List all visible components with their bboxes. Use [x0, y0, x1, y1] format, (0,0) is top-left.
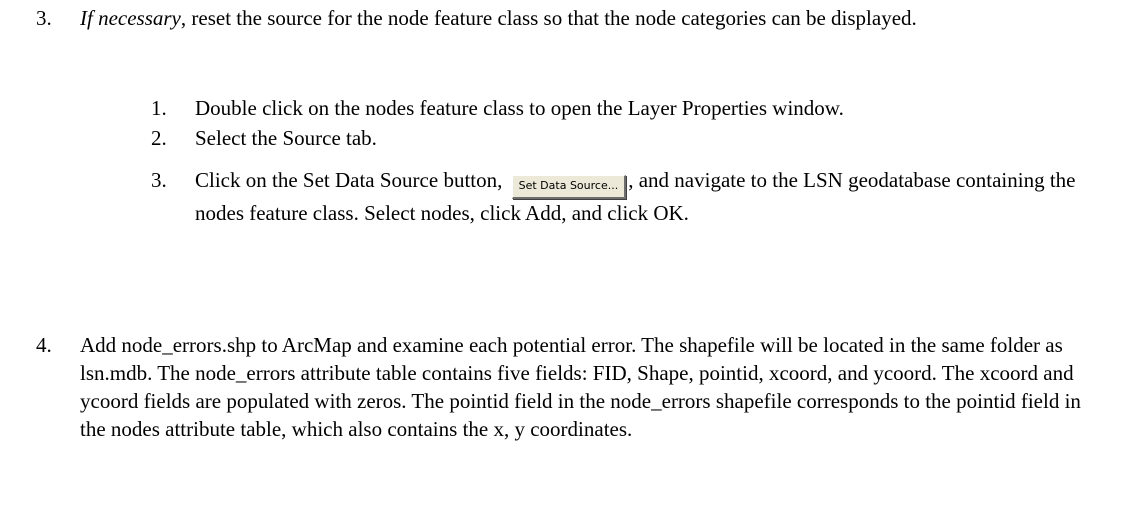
step-4-number: 4. — [36, 333, 52, 357]
step-3-text: If necessary, reset the source for the n… — [80, 4, 1110, 32]
substep-1-text: Double click on the nodes feature class … — [195, 96, 844, 120]
substep-3-text: Click on the Set Data Source button, Set… — [195, 166, 1115, 227]
step-3-body: , reset the source for the node feature … — [180, 6, 917, 30]
step-3-number: 3. — [36, 6, 52, 30]
step-3-emphasis: If necessary — [80, 6, 181, 30]
substep-1-number: 1. — [151, 96, 167, 120]
substep-2-text: Select the Source tab. — [195, 126, 377, 150]
substep-3-number: 3. — [151, 168, 167, 192]
substep-2-number: 2. — [151, 126, 167, 150]
step-4-text: Add node_errors.shp to ArcMap and examin… — [80, 333, 1081, 441]
document-page: { "step3": { "number": "3.", "emphasis":… — [0, 0, 1130, 517]
set-data-source-button[interactable]: Set Data Source... — [511, 175, 627, 199]
substep-3-text-before: Click on the Set Data Source button, — [195, 168, 503, 192]
